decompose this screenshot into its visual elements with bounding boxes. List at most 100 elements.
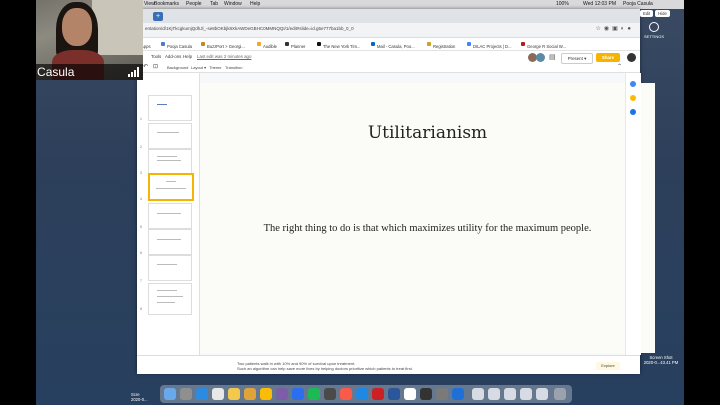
menu-tab[interactable]: Tab [210,1,218,7]
terminal-icon[interactable] [420,388,432,400]
spotify-icon[interactable] [308,388,320,400]
slide-thumbnail[interactable] [148,95,192,121]
background-button[interactable]: Background [167,65,188,70]
account-avatar[interactable] [627,53,636,62]
trash-icon[interactable] [554,388,566,400]
menubar-user[interactable]: Pooja Casula [623,1,653,7]
share-button[interactable]: Share [596,53,620,62]
menu-window[interactable]: Window [224,1,242,7]
bookmark-item[interactable]: BuzzPort > Georgi... [201,41,245,49]
document-icon[interactable] [504,388,516,400]
bookmark-item[interactable]: George R Social W... [521,41,566,49]
zoom-icon[interactable] [292,388,304,400]
settings-label: SETTINGS [643,34,664,39]
docs-toolbar: ↶ ⊡ Background Layout ▾ Theme Transition… [137,62,640,73]
calendar-icon[interactable] [630,81,636,87]
layout-button[interactable]: Layout ▾ [191,65,206,70]
slide-title[interactable]: Utilitarianism [200,123,655,143]
slide-number: 2 [140,145,142,149]
slide-body-text[interactable]: The right thing to do is that which maxi… [200,223,655,234]
podcasts-icon[interactable] [276,388,288,400]
bookmark-label: BuzzPort > Georgi... [207,44,245,49]
menu-help-docs[interactable]: Help [183,54,192,59]
hide-button[interactable]: Hide [655,10,670,17]
tasks-icon[interactable] [630,109,636,115]
bookmark-label: Pooja Casula [167,44,192,49]
bookmark-item[interactable]: Planner [285,41,305,49]
menu-tools[interactable]: Tools [151,54,161,59]
bookmark-item[interactable]: Pooja Casula [161,41,192,49]
app-icon[interactable] [324,388,336,400]
document-icon[interactable] [472,388,484,400]
acrobat-icon[interactable] [372,388,384,400]
current-slide[interactable]: Utilitarianism The right thing to do is … [200,83,655,353]
bookmark-favicon-icon [257,42,261,46]
desktop-screenshot-file[interactable]: Screen Shot 2020-0...43.41 PM [640,355,682,365]
safari-icon[interactable] [196,388,208,400]
side-panel [625,73,641,355]
slide-number: 5 [140,225,142,229]
collapse-icon[interactable]: ⌃ [617,63,622,70]
slide-thumbnail[interactable] [148,149,192,175]
bookmark-item[interactable]: Registration [427,41,455,49]
slide-filmstrip: 1 2 3 4 5 6 7 8 [137,73,200,355]
menu-help[interactable]: Help [250,1,260,7]
calendar-icon[interactable] [212,388,224,400]
theme-button[interactable]: Theme [209,65,221,70]
undo-icon[interactable]: ↶ [143,63,148,70]
address-bar[interactable]: entation/d/1KjTkcgkumjQdhJl_-se8bOKbjk8X… [137,23,640,38]
new-tab-icon[interactable]: + [153,12,163,21]
menu-bookmarks[interactable]: Bookmarks [154,1,179,7]
menu-addons[interactable]: Add-ons [165,54,181,59]
transition-button[interactable]: Transition [225,65,242,70]
app-icon[interactable] [452,388,464,400]
bookmark-item[interactable]: The New York Tim... [317,41,360,49]
slide-thumbnail-selected[interactable] [148,173,194,201]
word-icon[interactable] [388,388,400,400]
desktop-settings-item[interactable]: SETTINGS [643,22,665,39]
bookmark-item[interactable]: DILAC Projects | D... [467,41,512,49]
desktop-edit-controls: Edit Hide [640,10,672,17]
document-icon[interactable] [520,388,532,400]
edit-button[interactable]: Edit [640,10,654,17]
url-text[interactable]: entation/d/1KjTkcgkumjQdhJl_-se8bOKbjk8X… [145,26,354,31]
photos-icon[interactable] [244,388,256,400]
finder-icon[interactable] [164,388,176,400]
explore-button[interactable]: Explore [596,362,620,370]
slide-thumbnail[interactable] [148,255,192,281]
app-icon[interactable] [356,388,368,400]
chrome-icon[interactable] [260,388,272,400]
dock [160,385,572,403]
last-edit-link[interactable]: Last edit was 2 minutes ago [197,54,251,59]
notes-icon[interactable] [228,388,240,400]
bookmarks-bar: Apps Pooja Casula BuzzPort > Georgi... A… [137,38,640,51]
slide-thumbnail[interactable] [148,203,192,229]
launchpad-icon[interactable] [180,388,192,400]
extension-icons[interactable]: ☆◉▣◐● [595,25,634,32]
bookmark-label: Planner [291,44,306,49]
app-icon[interactable] [404,388,416,400]
collaborator-avatar[interactable] [536,53,545,62]
speaker-notes[interactable]: Two patients walk in with 10% and 90% of… [137,355,640,374]
slide-thumbnail[interactable] [148,283,192,315]
desktop-file-left[interactable]: Scre 2020-0... [131,392,148,402]
keep-icon[interactable] [630,95,636,101]
explore-label: Explore [601,363,615,368]
comment-icon[interactable]: ▤ [549,54,557,61]
select-icon[interactable]: ⊡ [153,63,158,70]
bookmark-item[interactable]: Audible [257,41,277,49]
slide-thumbnail[interactable] [148,229,192,255]
slide-number: 8 [140,307,142,311]
app-icon[interactable] [436,388,448,400]
document-icon[interactable] [488,388,500,400]
bookmark-favicon-icon [427,42,431,46]
menu-people[interactable]: People [186,1,202,7]
slide-number: 4 [140,197,142,201]
slide-number: 1 [140,117,142,121]
app-icon[interactable] [340,388,352,400]
bookmark-item[interactable]: Mail - Casula, Poo... [371,41,415,49]
document-icon[interactable] [536,388,548,400]
letterbox-left [0,0,36,405]
slide-thumbnail[interactable] [148,123,192,149]
battery-status: 100% [556,1,569,7]
